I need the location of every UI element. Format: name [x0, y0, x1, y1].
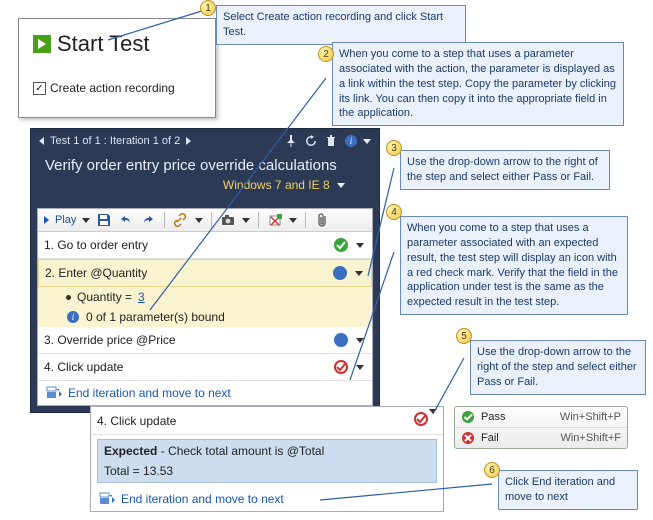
titlebar-menu-caret[interactable] [363, 139, 371, 144]
start-test-row[interactable]: Start Test [33, 31, 201, 57]
play-label[interactable]: Play [55, 214, 76, 226]
bug-caret[interactable] [289, 218, 297, 223]
callout-3: Use the drop-down arrow to the right of … [400, 150, 610, 190]
step-row-4[interactable]: 4. Click update [38, 354, 372, 381]
checkbox-icon: ✓ [33, 82, 46, 95]
step-2-result-caret[interactable] [353, 271, 365, 276]
start-test-box: Start Test ✓ Create action recording [18, 18, 216, 118]
callout-6: Click End iteration and move to next [498, 470, 638, 510]
expected-total: Total = 13.53 [104, 464, 430, 478]
titlebar-info-icon[interactable]: i [343, 133, 359, 149]
attachment-icon[interactable] [314, 212, 330, 228]
step-1-result-caret[interactable] [354, 243, 366, 248]
bullet-icon [66, 295, 71, 300]
step-detail-panel: 4. Click update Expected - Check total a… [90, 406, 444, 512]
callout-badge-1: 1 [200, 0, 216, 16]
detail-end-iteration-label: End iteration and move to next [121, 492, 284, 506]
camera-icon[interactable] [220, 212, 236, 228]
callout-badge-2: 2 [318, 46, 334, 62]
expected-prefix: Expected [104, 444, 157, 458]
pass-option[interactable]: Pass Win+Shift+P [455, 407, 627, 427]
test-runner-panel: Test 1 of 1 : Iteration 1 of 2 i Verify … [30, 128, 380, 413]
callout-badge-5: 5 [456, 328, 472, 344]
active-step-icon [331, 264, 349, 282]
detail-result-caret[interactable] [429, 414, 437, 428]
reset-icon[interactable] [303, 133, 319, 149]
steps-toolbar: Play [38, 209, 372, 232]
link-caret[interactable] [195, 218, 203, 223]
detail-step-row[interactable]: 4. Click update [91, 407, 443, 435]
step-3-label: 3. Override price @Price [44, 333, 332, 347]
step-3-result-caret[interactable] [354, 338, 366, 343]
environment-label: Windows 7 and IE 8 [223, 178, 330, 192]
step-2-label: 2. Enter @Quantity [45, 266, 331, 280]
callout-5: Use the drop-down arrow to the right of … [470, 340, 646, 395]
fail-icon [461, 431, 475, 445]
end-iteration-icon [99, 491, 115, 507]
param-bound-text: 0 of 1 parameter(s) bound [86, 310, 225, 324]
callout-1: Select Create action recording and click… [216, 5, 466, 45]
step-4-result-caret[interactable] [354, 365, 366, 370]
bug-icon[interactable] [267, 212, 283, 228]
step-row-1[interactable]: 1. Go to order entry [38, 232, 372, 259]
callout-4: When you come to a step that uses a para… [400, 216, 628, 315]
fail-label: Fail [481, 432, 513, 444]
callout-2: When you come to a step that uses a para… [332, 42, 624, 126]
play-icon[interactable] [44, 216, 49, 224]
test-title: Verify order entry price override calcul… [45, 157, 365, 174]
pin-icon[interactable] [283, 133, 299, 149]
step-2-quantity-sub: Quantity = 3 [38, 287, 372, 307]
pass-shortcut: Win+Shift+P [560, 411, 621, 423]
undo-icon[interactable] [118, 212, 134, 228]
fail-shortcut: Win+Shift+F [560, 432, 621, 444]
quantity-param-link[interactable]: 3 [138, 290, 145, 304]
nav-next-icon[interactable] [186, 137, 191, 145]
start-arrow-icon [33, 35, 51, 53]
detail-end-iteration-link[interactable]: End iteration and move to next [91, 487, 443, 511]
nav-prev-icon[interactable] [39, 137, 44, 145]
callout-badge-4: 4 [386, 204, 402, 220]
steps-container: Play [37, 208, 373, 406]
save-icon[interactable] [96, 212, 112, 228]
fail-option[interactable]: Fail Win+Shift+F [455, 427, 627, 448]
delete-icon[interactable] [323, 133, 339, 149]
pass-icon [332, 236, 350, 254]
link-steps-icon[interactable] [173, 212, 189, 228]
quantity-label: Quantity = [77, 290, 132, 304]
step-4-label: 4. Click update [44, 360, 332, 374]
expected-result-box: Expected - Check total amount is @Total … [97, 439, 437, 483]
test-iteration-label: Test 1 of 1 : Iteration 1 of 2 [50, 135, 180, 147]
active-step-icon [332, 331, 350, 349]
pass-label: Pass [481, 411, 513, 423]
passfail-popover: Pass Win+Shift+P Fail Win+Shift+F [454, 406, 628, 449]
create-recording-row[interactable]: ✓ Create action recording [33, 81, 201, 95]
end-iteration-label: End iteration and move to next [68, 386, 231, 400]
pass-icon [461, 410, 475, 424]
play-menu-caret[interactable] [82, 218, 90, 223]
step-row-3[interactable]: 3. Override price @Price [38, 327, 372, 354]
end-iteration-icon [46, 385, 62, 401]
callout-badge-3: 3 [386, 140, 402, 156]
runner-titlebar: Test 1 of 1 : Iteration 1 of 2 i [31, 129, 379, 153]
detail-step-label: 4. Click update [97, 414, 413, 428]
env-caret-icon[interactable] [337, 183, 345, 188]
redo-icon[interactable] [140, 212, 156, 228]
step-row-2[interactable]: 2. Enter @Quantity [38, 259, 372, 287]
callout-badge-6: 6 [484, 462, 500, 478]
create-recording-label: Create action recording [50, 81, 175, 95]
expected-result-icon [332, 358, 350, 376]
info-icon: i [66, 310, 80, 324]
step-2-bound-sub: i 0 of 1 parameter(s) bound [38, 307, 372, 327]
expected-result-icon [413, 411, 429, 430]
camera-caret[interactable] [242, 218, 250, 223]
end-iteration-link[interactable]: End iteration and move to next [38, 381, 372, 405]
expected-rest: - Check total amount is @Total [157, 444, 324, 458]
step-1-label: 1. Go to order entry [44, 238, 332, 252]
start-test-label: Start Test [57, 31, 150, 57]
